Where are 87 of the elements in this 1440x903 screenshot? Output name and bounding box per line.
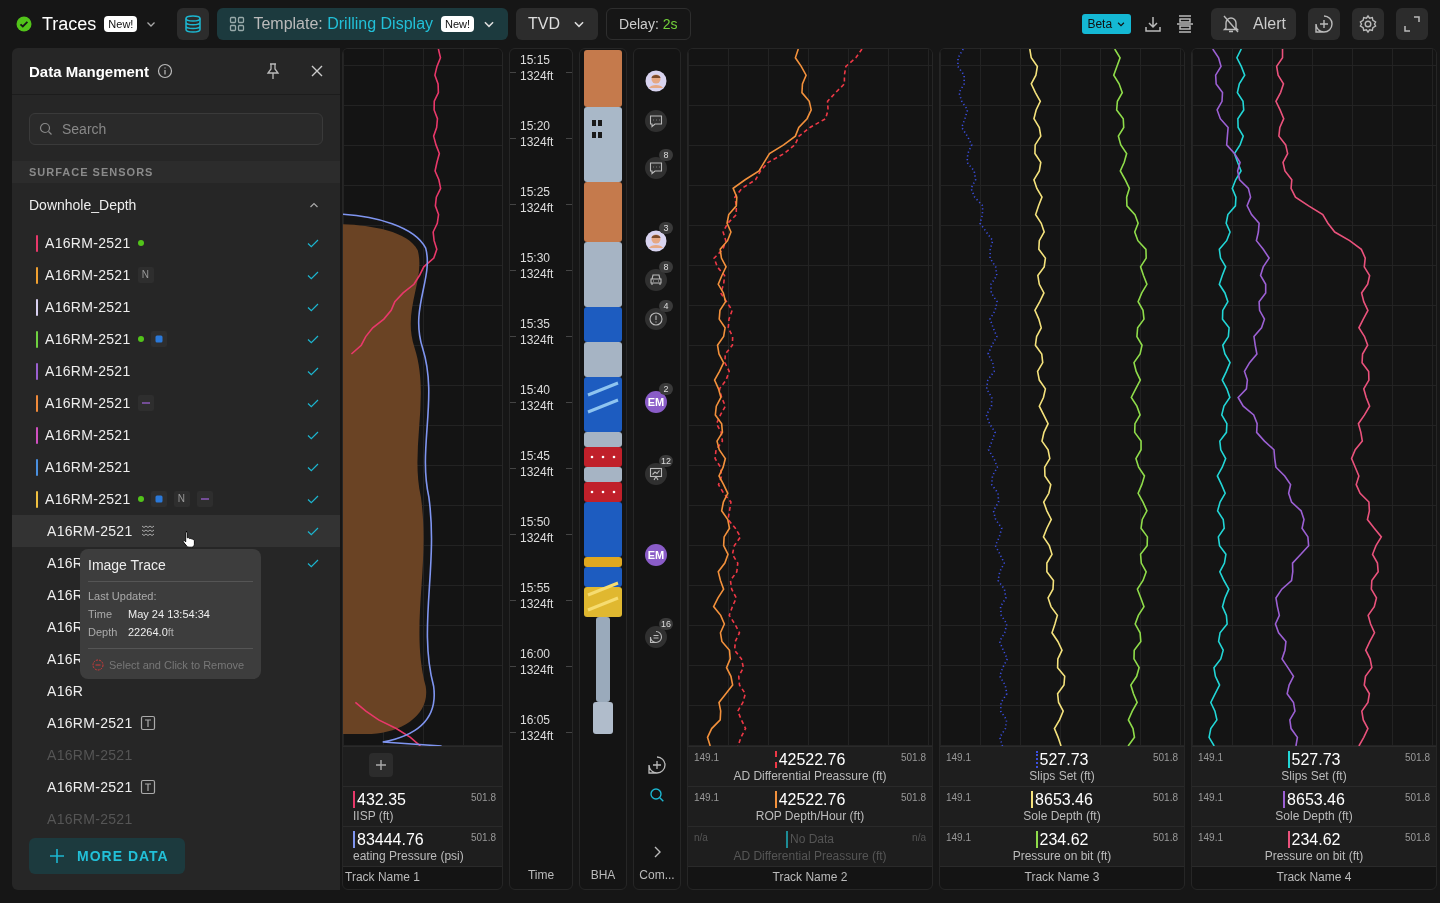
- column-label: Time: [526, 867, 556, 884]
- curve-value: 432.35: [357, 791, 406, 808]
- depth-label: 1324ft: [520, 398, 555, 414]
- curve-label: Pressure on bit (ft): [1012, 849, 1112, 863]
- time-label: 15:30: [520, 250, 552, 266]
- section-header: SURFACE SENSORS: [12, 161, 340, 183]
- count-badge: 8: [659, 261, 673, 273]
- time-label: 15:50: [520, 514, 552, 530]
- column-label: BHA: [589, 867, 617, 884]
- range-max: 501.8: [1152, 791, 1178, 803]
- range-max: 501.8: [900, 791, 926, 803]
- time-label: 15:35: [520, 316, 552, 332]
- curve-value: 42522.76: [778, 791, 846, 808]
- time-label: 15:25: [520, 184, 552, 200]
- range-max: 501.8: [470, 791, 496, 803]
- curve-label: Sole Depth (ft): [1275, 809, 1353, 823]
- range-max: 501.8: [1404, 751, 1430, 763]
- time-label: 15:45: [520, 448, 552, 464]
- curve-label: Pressure on bit (ft): [1264, 849, 1364, 863]
- tooltip-title: Image Trace: [88, 557, 253, 582]
- letter-tag: N: [173, 491, 190, 507]
- range-min: 149.1: [946, 791, 972, 803]
- curve-label: ROP Depth/Hour (ft): [755, 809, 865, 823]
- depth-label: 1324ft: [520, 464, 555, 480]
- depth-label: 1324ft: [520, 662, 555, 678]
- app-title: Traces: [42, 13, 97, 35]
- tooltip-value: May 24 13:54:34: [128, 608, 210, 620]
- curve-value: 527.73: [1039, 751, 1089, 768]
- time-label: 16:00: [520, 646, 552, 662]
- range-min: 149.1: [694, 791, 720, 803]
- range-min: 149.1: [1198, 751, 1224, 763]
- range-min: 149.1: [946, 831, 972, 843]
- curve-label: Sole Depth (ft): [1023, 809, 1101, 823]
- depth-label: 1324ft: [520, 200, 555, 216]
- count-badge: 2: [659, 383, 673, 395]
- range-min: 149.1: [1198, 831, 1224, 843]
- range-max: 501.8: [1404, 831, 1430, 843]
- new-badge: New!: [104, 16, 138, 32]
- range-max: 501.8: [1152, 751, 1178, 763]
- letter-tag: N: [137, 267, 154, 283]
- count-badge: 16: [659, 618, 673, 630]
- curve-value: 42522.76: [778, 751, 846, 768]
- depth-label: 1324ft: [520, 332, 555, 348]
- curve-label: IISP (ft): [353, 809, 394, 823]
- curve-value: 527.73: [1291, 751, 1341, 768]
- time-label: 15:55: [520, 580, 552, 596]
- curve-label: Slips Set (ft): [1281, 769, 1347, 783]
- count-badge: 4: [659, 300, 673, 312]
- range-min: 149.1: [694, 751, 720, 763]
- track-name: Track Name 4: [1192, 866, 1436, 889]
- column-label: Com...: [638, 867, 676, 884]
- track-name: Track Name 3: [940, 866, 1184, 889]
- curve-value: 234.62: [1291, 831, 1341, 848]
- track-name: Track Name 2: [688, 866, 932, 889]
- curve-label: eating Pressure (psi): [353, 849, 464, 863]
- curve-value: 8653.46: [1035, 791, 1093, 808]
- tooltip-label: Depth: [88, 626, 118, 638]
- range-min: 149.1: [946, 751, 972, 763]
- panel-title: Data Mangement: [29, 62, 150, 80]
- count-badge: 12: [659, 455, 673, 467]
- tooltip-value: 22264.0ft: [128, 626, 174, 638]
- time-label: 15:20: [520, 118, 552, 134]
- range-max: 501.8: [900, 751, 926, 763]
- time-label: 15:15: [520, 52, 552, 68]
- depth-label: 1324ft: [520, 134, 555, 150]
- tooltip-label: Time: [88, 608, 114, 620]
- curve-label: Slips Set (ft): [1029, 769, 1095, 783]
- curve-value: 83444.76: [357, 831, 424, 848]
- tooltip-subtitle: Last Updated:: [88, 590, 158, 602]
- curve-value: 8653.46: [1287, 791, 1345, 808]
- depth-label: 1324ft: [520, 530, 555, 546]
- track-name: Track Name 1: [343, 866, 502, 889]
- range-max: 501.8: [1152, 831, 1178, 843]
- delay-indicator: Delay: 2s: [606, 8, 691, 40]
- curve-label: AD Differential Preassure (ft): [733, 769, 887, 783]
- range-min: 149.1: [1198, 791, 1224, 803]
- count-badge: 8: [659, 149, 673, 161]
- range-max: 501.8: [470, 831, 496, 843]
- depth-label: 1324ft: [520, 728, 555, 744]
- time-label: 15:40: [520, 382, 552, 398]
- range-max: 501.8: [1404, 791, 1430, 803]
- depth-label: 1324ft: [520, 596, 555, 612]
- curve-value: 234.62: [1039, 831, 1089, 848]
- depth-label: 1324ft: [520, 266, 555, 282]
- count-badge: 3: [659, 222, 673, 234]
- depth-label: 1324ft: [520, 68, 555, 84]
- time-label: 16:05: [520, 712, 552, 728]
